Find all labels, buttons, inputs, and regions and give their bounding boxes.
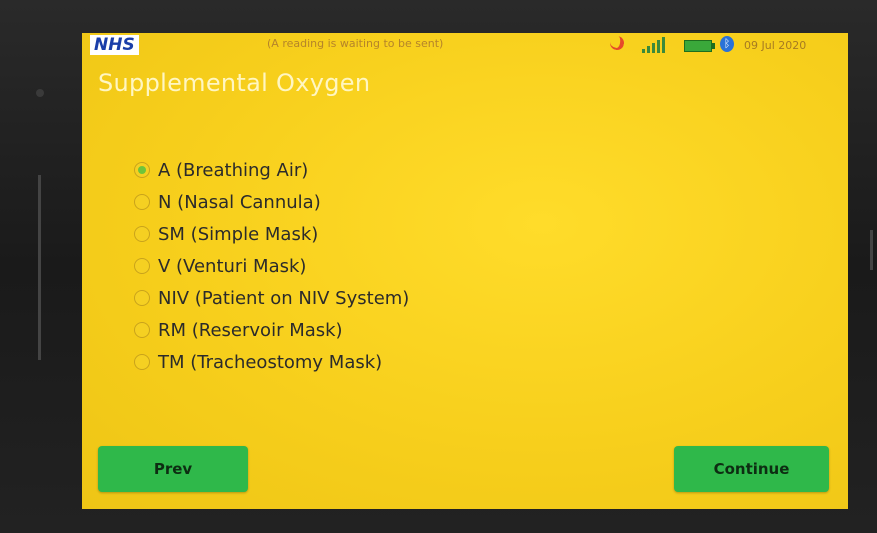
oxygen-option[interactable]: TM (Tracheostomy Mask) <box>134 346 409 378</box>
continue-button[interactable]: Continue <box>674 446 829 492</box>
app-screen: NHS (A reading is waiting to be sent) ᛒ … <box>82 33 848 509</box>
oxygen-options-list: A (Breathing Air) N (Nasal Cannula) SM (Si… <box>134 154 409 378</box>
nhs-logo: NHS <box>90 35 139 55</box>
radio-button[interactable] <box>134 354 150 370</box>
pending-reading-status: (A reading is waiting to be sent) <box>267 37 444 50</box>
option-label: V (Venturi Mask) <box>158 255 307 277</box>
radio-button[interactable] <box>134 194 150 210</box>
radio-button[interactable] <box>134 226 150 242</box>
prev-button[interactable]: Prev <box>98 446 248 492</box>
oxygen-option[interactable]: NIV (Patient on NIV System) <box>134 282 409 314</box>
option-label: TM (Tracheostomy Mask) <box>158 351 383 373</box>
oxygen-option[interactable]: V (Venturi Mask) <box>134 250 409 282</box>
device-edge-right <box>870 230 873 270</box>
option-label: RM (Reservoir Mask) <box>158 319 343 341</box>
status-bar: NHS (A reading is waiting to be sent) ᛒ … <box>82 33 848 57</box>
do-not-disturb-icon <box>608 34 626 52</box>
oxygen-option[interactable]: A (Breathing Air) <box>134 154 409 186</box>
oxygen-option[interactable]: RM (Reservoir Mask) <box>134 314 409 346</box>
bluetooth-icon: ᛒ <box>720 36 734 52</box>
oxygen-option[interactable]: N (Nasal Cannula) <box>134 186 409 218</box>
option-label: SM (Simple Mask) <box>158 223 319 245</box>
oxygen-option[interactable]: SM (Simple Mask) <box>134 218 409 250</box>
radio-button[interactable] <box>134 162 150 178</box>
radio-button[interactable] <box>134 258 150 274</box>
radio-dot-icon <box>138 166 146 174</box>
signal-icon <box>642 37 668 53</box>
radio-button[interactable] <box>134 322 150 338</box>
option-label: NIV (Patient on NIV System) <box>158 287 410 309</box>
page-title: Supplemental Oxygen <box>98 69 371 97</box>
device-edge-left <box>38 175 41 360</box>
battery-icon <box>684 40 715 52</box>
option-label: A (Breathing Air) <box>158 159 309 181</box>
camera-dot <box>36 89 44 97</box>
option-label: N (Nasal Cannula) <box>158 191 321 213</box>
tablet-device: NHS (A reading is waiting to be sent) ᛒ … <box>0 0 877 533</box>
radio-button[interactable] <box>134 290 150 306</box>
status-date: 09 Jul 2020 <box>744 39 807 52</box>
